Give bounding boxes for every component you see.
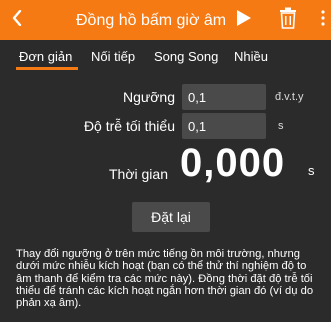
- tab-sequential[interactable]: Nối tiếp: [91, 49, 135, 64]
- chevron-left-icon: [12, 9, 22, 31]
- help-text: Thay đổi ngưỡng ở trên mức tiếng ồn môi …: [16, 248, 314, 310]
- play-button[interactable]: [232, 8, 256, 32]
- trash-icon: [279, 7, 297, 34]
- more-vertical-icon: [321, 9, 325, 31]
- back-button[interactable]: [2, 2, 32, 38]
- time-label: Thời gian: [109, 166, 168, 182]
- tab-bar: Đơn giản Nối tiếp Song Song Nhiều: [0, 40, 331, 72]
- more-options-button[interactable]: [316, 6, 330, 34]
- app-window: Đồng hồ bấm giờ âm Đơn giản Nối tiếp Son…: [0, 0, 331, 322]
- tab-parallel[interactable]: Song Song: [154, 49, 218, 64]
- min-delay-input[interactable]: [182, 113, 266, 139]
- tab-many[interactable]: Nhiều: [234, 49, 268, 64]
- min-delay-unit: s: [278, 120, 284, 132]
- reset-button[interactable]: Đặt lại: [132, 202, 210, 232]
- toolbar: Đồng hồ bấm giờ âm: [0, 0, 331, 40]
- threshold-input[interactable]: [182, 84, 266, 110]
- play-icon: [236, 9, 252, 32]
- delete-button[interactable]: [275, 6, 301, 34]
- min-delay-label: Độ trễ tối thiểu: [83, 118, 175, 134]
- tab-simple[interactable]: Đơn giản: [19, 49, 72, 64]
- time-unit: s: [308, 163, 315, 178]
- page-title: Đồng hồ bấm giờ âm: [76, 12, 227, 29]
- threshold-label: Ngưỡng: [122, 89, 175, 105]
- time-readout: 0,000: [180, 141, 286, 185]
- threshold-unit: đ.v.t.y: [275, 91, 304, 103]
- active-tab-indicator: [16, 67, 78, 70]
